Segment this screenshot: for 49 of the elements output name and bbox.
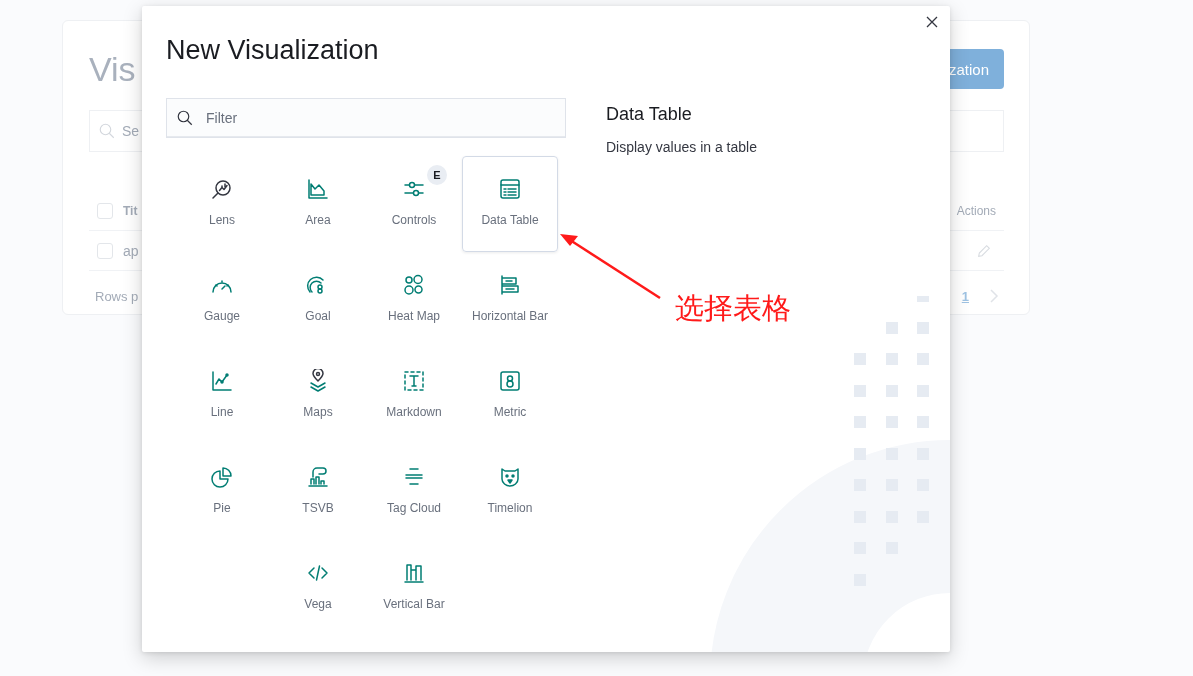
page-title: Vis	[89, 49, 136, 89]
visualization-type-tile[interactable]: Pie	[174, 444, 270, 540]
line-chart-icon	[210, 369, 234, 393]
visualization-type-tile[interactable]: Area	[270, 156, 366, 252]
vertical-bars-icon	[402, 561, 426, 585]
visualization-type-tile[interactable]: Heat Map	[366, 252, 462, 348]
magnifier-chart-icon	[210, 177, 234, 201]
search-placeholder: Se	[122, 123, 140, 139]
visualization-type-tile[interactable]: Horizontal Bar	[462, 252, 558, 348]
visualization-type-tile[interactable]: Data Table	[462, 156, 558, 252]
bear-face-icon	[498, 465, 522, 489]
column-header: Actions	[956, 203, 996, 218]
visualization-type-tile[interactable]: Line	[174, 348, 270, 444]
text-frame-icon	[402, 369, 426, 393]
table-cell: ap	[123, 242, 139, 259]
column-header: Tit	[123, 203, 138, 218]
number-frame-icon	[498, 369, 522, 393]
modal-title: New Visualization	[166, 34, 380, 67]
visualization-type-tile[interactable]: E Controls	[366, 156, 462, 252]
search-icon	[98, 122, 116, 140]
visualization-type-tile[interactable]: Lens	[174, 156, 270, 252]
visualization-type-tile[interactable]: Markdown	[366, 348, 462, 444]
checkbox[interactable]	[97, 242, 113, 259]
rows-per-page-label: Rows p	[94, 288, 139, 304]
badge: E	[427, 165, 447, 185]
filter-field[interactable]: Filter	[166, 98, 566, 138]
visualization-type-tile[interactable]: Vega	[270, 540, 366, 636]
horizontal-bars-icon	[498, 273, 522, 297]
visualization-type-tile[interactable]: Vertical Bar	[366, 540, 462, 636]
annotation-text: 选择表格	[675, 290, 791, 326]
pie-chart-icon	[210, 465, 234, 489]
description-text: Display values in a table	[606, 139, 757, 155]
chevron-right-icon[interactable]	[989, 289, 999, 303]
close-icon	[924, 14, 940, 30]
checkbox[interactable]	[97, 202, 113, 219]
bar-chart-icon	[306, 465, 330, 489]
description-title: Data Table	[606, 103, 693, 126]
visualization-type-tile[interactable]: Tag Cloud	[366, 444, 462, 540]
pencil-icon[interactable]	[976, 242, 992, 259]
visualization-type-tile[interactable]: Maps	[270, 348, 366, 444]
area-chart-icon	[306, 177, 330, 201]
visualization-type-tile[interactable]: Gauge	[174, 252, 270, 348]
visualization-type-tile[interactable]: Timelion	[462, 444, 558, 540]
table-icon	[498, 177, 522, 201]
visualization-type-tile[interactable]: Metric	[462, 348, 558, 444]
visualization-type-tile[interactable]: TSVB	[270, 444, 366, 540]
circles-icon	[402, 273, 426, 297]
search-icon	[176, 109, 194, 127]
visualization-type-tile[interactable]: Goal	[270, 252, 366, 348]
